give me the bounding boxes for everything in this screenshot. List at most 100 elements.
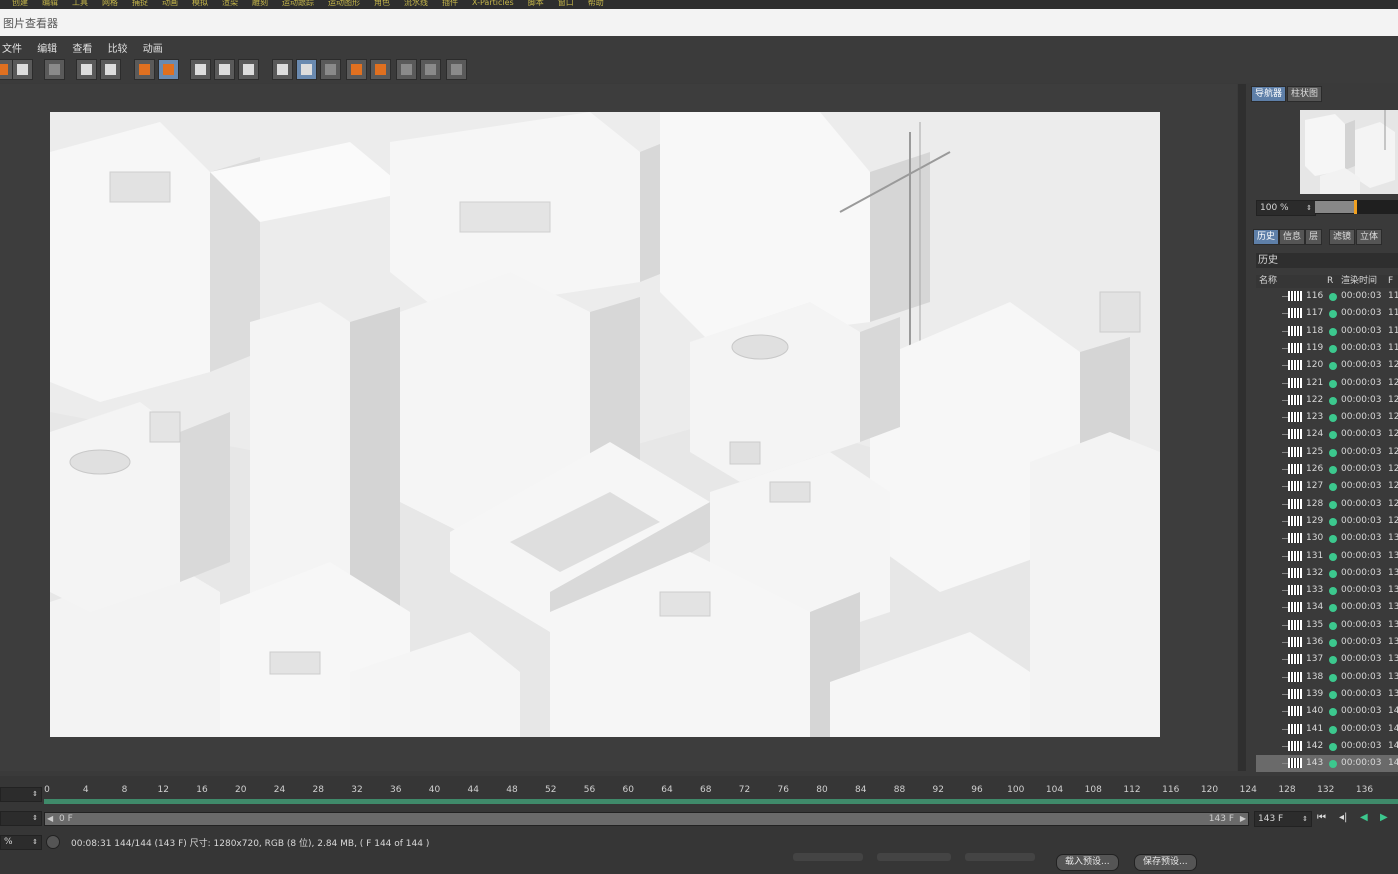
app-menu-item[interactable]: 创建 xyxy=(12,0,28,7)
clear-icon[interactable] xyxy=(44,59,65,80)
app-menu-item[interactable]: 帮助 xyxy=(588,0,604,7)
app-menu-item[interactable]: 网格 xyxy=(102,0,118,7)
history-row[interactable]: 129 00:00:03 12 xyxy=(1256,513,1398,530)
history-row[interactable]: 135 00:00:03 13 xyxy=(1256,617,1398,634)
viewport-scrollbar[interactable] xyxy=(1238,84,1246,771)
app-menu-item[interactable]: 模拟 xyxy=(192,0,208,7)
zoom-slider-knob[interactable] xyxy=(1353,200,1357,214)
app-menu-item[interactable]: 雕刻 xyxy=(252,0,268,7)
app-menu-item[interactable]: 运动跟踪 xyxy=(282,0,314,7)
col-name[interactable]: 名称 xyxy=(1259,275,1277,288)
history-row[interactable]: 119 00:00:03 11 xyxy=(1256,340,1398,357)
range-right-arrow-icon[interactable]: ▶ xyxy=(1240,813,1246,825)
history-row[interactable]: 133 00:00:03 13 xyxy=(1256,582,1398,599)
play-status-icon[interactable] xyxy=(46,835,60,849)
stop-render-icon[interactable] xyxy=(134,59,155,80)
history-row[interactable]: 142 00:00:03 14 xyxy=(1256,738,1398,755)
history-row[interactable]: 121 00:00:03 12 xyxy=(1256,375,1398,392)
app-menu-item[interactable]: 流水线 xyxy=(404,0,428,7)
history-row[interactable]: 141 00:00:03 14 xyxy=(1256,721,1398,738)
history-row[interactable]: 127 00:00:03 12 xyxy=(1256,478,1398,495)
app-menu-item[interactable]: 脚本 xyxy=(528,0,544,7)
tab-navigator[interactable]: 导航器 xyxy=(1251,86,1287,102)
menu-compare[interactable]: 比较 xyxy=(108,40,128,55)
save-icon[interactable] xyxy=(12,59,33,80)
history-list[interactable]: 116 00:00:03 11 117 00:00:03 11 118 00:00:03 11 1… xyxy=(1256,288,1398,772)
col-render-time[interactable]: 渲染时间 xyxy=(1341,275,1377,288)
app-menu-item[interactable]: X-Particles xyxy=(472,0,514,7)
timeline-left-field-1[interactable]: ⇕ xyxy=(0,787,42,802)
split-view-icon[interactable] xyxy=(296,59,317,80)
diff-icon[interactable] xyxy=(420,59,441,80)
history-row[interactable]: 134 00:00:03 13 xyxy=(1256,599,1398,616)
col-r[interactable]: R xyxy=(1327,275,1333,288)
compare-ab-icon[interactable] xyxy=(272,59,293,80)
zoom-field[interactable]: 100 % ⇕ xyxy=(1256,200,1316,216)
history-row[interactable]: 131 00:00:03 13 xyxy=(1256,548,1398,565)
prev-frame-icon[interactable]: ◂| xyxy=(1339,812,1347,823)
menu-edit[interactable]: 编辑 xyxy=(37,40,57,55)
app-menu-item[interactable]: 插件 xyxy=(442,0,458,7)
tab-layers[interactable]: 层 xyxy=(1305,229,1323,245)
app-menu-item[interactable]: 渲染 xyxy=(222,0,238,7)
set-b-icon[interactable] xyxy=(370,59,391,80)
play-backward-icon[interactable]: ◀ xyxy=(1360,812,1368,823)
history-row[interactable]: 128 00:00:03 12 xyxy=(1256,496,1398,513)
app-menu-item[interactable]: 编辑 xyxy=(42,0,58,7)
history-row[interactable]: 120 00:00:03 12 xyxy=(1256,357,1398,374)
history-row[interactable]: 140 00:00:03 14 xyxy=(1256,703,1398,720)
render-view-icon[interactable] xyxy=(158,59,179,80)
history-row[interactable]: 132 00:00:03 13 xyxy=(1256,565,1398,582)
history-row[interactable]: 117 00:00:03 11 xyxy=(1256,305,1398,322)
history-row[interactable]: 125 00:00:03 12 xyxy=(1256,444,1398,461)
history-row[interactable]: 126 00:00:03 12 xyxy=(1256,461,1398,478)
save-preset-button[interactable]: 保存预设... xyxy=(1134,854,1197,871)
user-icon[interactable] xyxy=(100,59,121,80)
history-row[interactable]: 137 00:00:03 13 xyxy=(1256,651,1398,668)
tab-history[interactable]: 历史 xyxy=(1253,229,1280,245)
app-menu-item[interactable]: 捕捉 xyxy=(132,0,148,7)
col-f[interactable]: F xyxy=(1388,275,1393,288)
tab-histogram[interactable]: 柱状图 xyxy=(1287,86,1323,102)
navigator-thumbnail[interactable] xyxy=(1300,110,1398,194)
history-row[interactable]: 122 00:00:03 12 xyxy=(1256,392,1398,409)
render-region-icon[interactable] xyxy=(190,59,211,80)
menu-file[interactable]: 文件 xyxy=(2,40,22,55)
menu-view[interactable]: 查看 xyxy=(72,40,92,55)
render-settings-icon[interactable] xyxy=(76,59,97,80)
app-menu-item[interactable]: 运动图形 xyxy=(328,0,360,7)
timeline-left-field-2[interactable]: ⇕ xyxy=(0,811,42,826)
history-row[interactable]: 138 00:00:03 13 xyxy=(1256,669,1398,686)
history-row[interactable]: 143 00:00:03 14 xyxy=(1256,755,1398,772)
render-selected-icon[interactable] xyxy=(214,59,235,80)
tab-info[interactable]: 信息 xyxy=(1279,229,1306,245)
history-row[interactable]: 123 00:00:03 12 xyxy=(1256,409,1398,426)
app-menu-item[interactable]: 工具 xyxy=(72,0,88,7)
history-row[interactable]: 136 00:00:03 13 xyxy=(1256,634,1398,651)
range-left-arrow-icon[interactable]: ◀ xyxy=(47,813,53,825)
play-forward-icon[interactable]: ▶ xyxy=(1380,812,1388,823)
goto-start-icon[interactable]: ⏮ xyxy=(1317,812,1326,823)
current-frame-field[interactable]: 143 F ⇕ xyxy=(1254,811,1312,827)
timeline-range-bar[interactable]: ◀ 0 F 143 F ▶ xyxy=(44,812,1249,826)
tab-filter[interactable]: 滤镜 xyxy=(1329,229,1356,245)
history-row[interactable]: 116 00:00:03 11 xyxy=(1256,288,1398,305)
render-team-icon[interactable] xyxy=(238,59,259,80)
menu-animation[interactable]: 动画 xyxy=(143,40,163,55)
app-menu-item[interactable]: 角色 xyxy=(374,0,390,7)
app-menu-item[interactable]: 窗口 xyxy=(558,0,574,7)
swap-ab-icon[interactable] xyxy=(396,59,417,80)
load-preset-button[interactable]: 载入预设... xyxy=(1056,854,1119,871)
history-row[interactable]: 118 00:00:03 11 xyxy=(1256,323,1398,340)
history-row[interactable]: 124 00:00:03 12 xyxy=(1256,426,1398,443)
zoom-percent-field[interactable]: % ⇕ xyxy=(0,835,42,850)
tab-stereo[interactable]: 立体 xyxy=(1356,229,1383,245)
set-a-icon[interactable] xyxy=(346,59,367,80)
app-menu-item[interactable]: 动画 xyxy=(162,0,178,7)
ab-toggle-icon[interactable] xyxy=(320,59,341,80)
zoom-slider[interactable] xyxy=(1315,200,1398,214)
zoom-stepper-icon[interactable]: ⇕ xyxy=(1306,201,1312,215)
overlay-icon[interactable] xyxy=(446,59,467,80)
history-row[interactable]: 139 00:00:03 13 xyxy=(1256,686,1398,703)
history-row[interactable]: 130 00:00:03 13 xyxy=(1256,530,1398,547)
